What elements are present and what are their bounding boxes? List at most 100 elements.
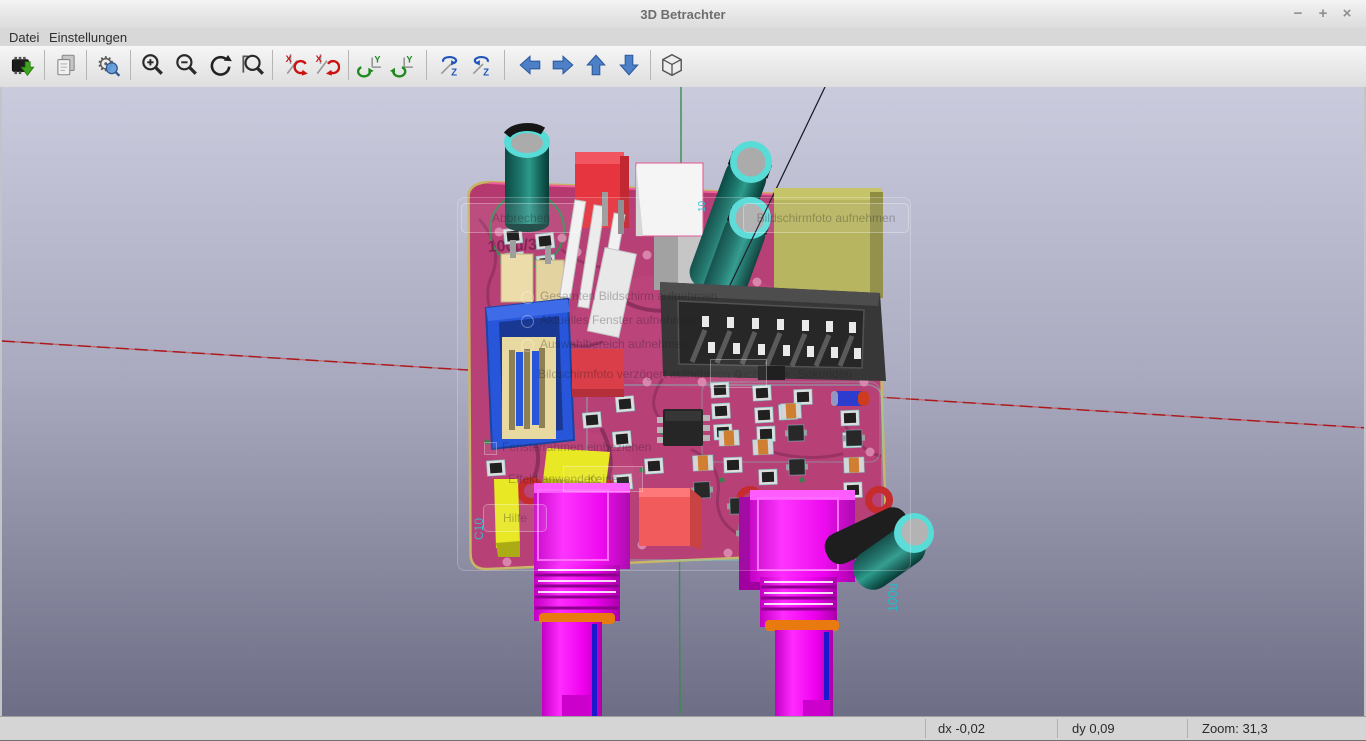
pcb-pad xyxy=(495,228,504,237)
maximize-button[interactable]: + xyxy=(1313,4,1333,24)
arrow-up-icon xyxy=(583,52,609,78)
smd-resistor-top xyxy=(616,433,629,444)
smd-resistor xyxy=(724,457,743,473)
title-bar: 3D Betrachter − + × xyxy=(0,0,1366,29)
rotate-x-cw-button[interactable]: X xyxy=(313,51,341,79)
rotate-z-icon: Z xyxy=(437,52,463,78)
svg-text:10: 10 xyxy=(697,200,708,212)
sot23-transistor xyxy=(786,459,809,476)
svg-text:X: X xyxy=(316,54,323,64)
minimize-button[interactable]: − xyxy=(1288,4,1308,24)
rotate-y-icon: Y xyxy=(357,52,383,78)
smd-capacitor-center xyxy=(786,403,797,419)
smd-resistor xyxy=(753,385,772,401)
smd-resistor xyxy=(711,382,730,398)
zoom-out-button[interactable] xyxy=(172,51,200,79)
magnifier-plus-icon xyxy=(139,52,165,78)
smd-resistor-top xyxy=(648,461,661,472)
copy-icon xyxy=(53,52,79,78)
smd-resistor xyxy=(759,469,778,485)
sot23-body xyxy=(789,459,806,476)
red-cube xyxy=(639,488,702,550)
move-down-button[interactable] xyxy=(615,51,643,79)
move-left-button[interactable] xyxy=(516,51,544,79)
rotate-z-icon: Z xyxy=(469,52,495,78)
toolbar: ⚙ xyxy=(0,46,1366,88)
status-dx: dx -0,02 xyxy=(938,721,985,736)
gear-magnifier-icon: ⚙ xyxy=(95,52,121,78)
rotate-x-icon: X xyxy=(314,52,340,78)
rotate-y-icon: Y xyxy=(389,52,415,78)
smd-resistor-top xyxy=(714,385,727,396)
pcb-via xyxy=(639,467,644,472)
smd-resistor xyxy=(755,407,774,423)
smd-resistor xyxy=(841,410,860,426)
pcb-pad xyxy=(503,558,512,567)
smd-resistor-top xyxy=(762,472,774,482)
zoom-in-button[interactable] xyxy=(138,51,166,79)
pcb-via xyxy=(719,477,724,482)
rotate-x-ccw-button[interactable]: X xyxy=(283,51,311,79)
pcb-pad xyxy=(643,251,652,260)
move-right-button[interactable] xyxy=(549,51,577,79)
magnifier-minus-icon xyxy=(173,52,199,78)
ortho-view-button[interactable] xyxy=(658,51,686,79)
zoom-fit-button[interactable] xyxy=(238,51,266,79)
move-up-button[interactable] xyxy=(582,51,610,79)
svg-text:100u: 100u xyxy=(885,583,900,612)
arrow-left-icon xyxy=(517,52,543,78)
bnc-connector-left xyxy=(534,483,630,716)
redraw-button[interactable] xyxy=(206,51,234,79)
pcb-pad xyxy=(753,278,762,287)
olive-component-box xyxy=(774,188,883,298)
rotate-x-icon: X xyxy=(284,52,310,78)
smd-resistor-top xyxy=(715,406,728,417)
smd-capacitor xyxy=(753,439,774,455)
soic8-chip xyxy=(657,409,710,446)
pcb-pad xyxy=(643,378,652,387)
smd-capacitor xyxy=(693,455,714,471)
rotate-z-ccw-button[interactable]: Z xyxy=(436,51,464,79)
wireframe-cube-icon xyxy=(659,52,685,78)
menu-datei[interactable]: Datei xyxy=(5,29,43,46)
svg-text:Z: Z xyxy=(483,67,489,78)
smd-resistor-top xyxy=(619,398,632,409)
idc-connector xyxy=(660,282,886,381)
close-button[interactable]: × xyxy=(1337,4,1357,24)
smd-resistor-top xyxy=(490,463,503,474)
pcb-via xyxy=(484,439,489,444)
pcb-via xyxy=(799,477,804,482)
smd-resistor xyxy=(615,396,634,413)
pcb-pad xyxy=(698,378,707,387)
status-dy: dy 0,09 xyxy=(1072,721,1115,736)
menu-einstellungen[interactable]: Einstellungen xyxy=(45,29,131,46)
smd-resistor xyxy=(612,431,631,448)
rotate-y-ccw-button[interactable]: Y xyxy=(356,51,384,79)
smd-capacitor xyxy=(781,403,802,419)
smd-resistor-top xyxy=(539,235,552,246)
copy-image-button[interactable] xyxy=(52,51,80,79)
smd-capacitor-center xyxy=(724,430,735,446)
window-title: 3D Betrachter xyxy=(0,7,1366,22)
viewport-3d[interactable]: 100µ/35 benutzt-swi1 xyxy=(0,87,1366,716)
bnc-connector-right xyxy=(739,490,855,716)
render-options-button[interactable]: ⚙ xyxy=(94,51,122,79)
arrow-down-icon xyxy=(616,52,642,78)
chip-reload-icon xyxy=(9,52,35,78)
smd-resistor xyxy=(712,403,731,419)
svg-text:Y: Y xyxy=(406,54,412,64)
svg-text:X: X xyxy=(286,54,293,64)
smd-resistor xyxy=(794,389,813,405)
smd-capacitor xyxy=(719,430,740,446)
axial-resistor xyxy=(831,391,869,406)
smd-resistor-top xyxy=(760,429,772,439)
rotate-y-cw-button[interactable]: Y xyxy=(388,51,416,79)
magnifier-fit-icon xyxy=(239,52,265,78)
svg-text:C10: C10 xyxy=(472,518,486,540)
smd-resistor-top xyxy=(586,414,599,425)
rotate-z-cw-button[interactable]: Z xyxy=(468,51,496,79)
sot23-body xyxy=(846,430,863,447)
blue-connector xyxy=(486,299,574,449)
reload-board-button[interactable] xyxy=(8,51,36,79)
smd-resistor xyxy=(644,458,663,474)
